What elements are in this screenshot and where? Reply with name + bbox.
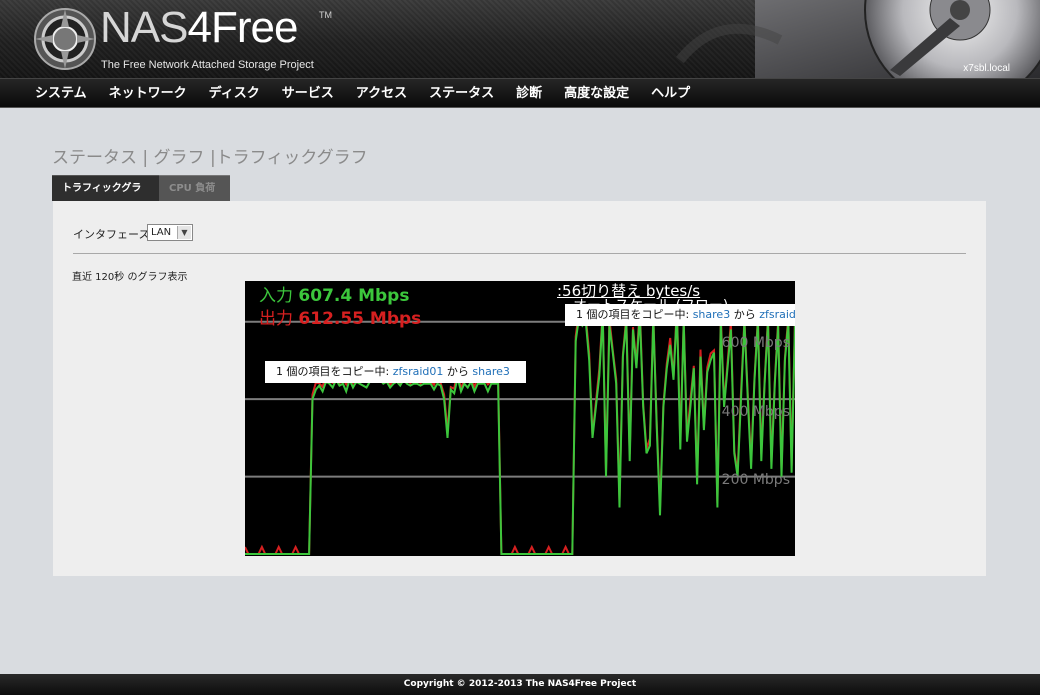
menu-status[interactable]: ステータス [418,79,505,108]
header-banner: NAS4Free TM The Free Network Attached St… [0,0,1040,78]
logo-prefix: NAS [100,3,188,52]
legend-outbound-value: 612.55 Mbps [298,309,422,329]
tooltip-source-link[interactable]: zfsraid01 [393,365,444,378]
logo-trademark: TM [319,10,332,20]
hostname-label: x7sbl.local [963,63,1010,74]
logo-suffix: Free [210,3,298,52]
tooltip-destination-link[interactable]: share3 [472,365,510,378]
tooltip-source-link[interactable]: share3 [693,308,731,321]
menu-access[interactable]: アクセス [345,79,418,108]
graph-period-label: 直近 120秒 のグラフ表示 [72,272,188,283]
traffic-graph[interactable]: 入力 607.4 Mbps 出力 612.55 Mbps :56切り替え byt… [245,281,795,556]
nas4free-logo-icon [34,8,96,70]
scale-label-600: 600 Mbps [721,335,790,351]
tooltip-destination-link[interactable]: zfsraid01 [759,308,795,321]
tab-traffic-graph[interactable]: トラフィックグラフ [52,175,159,220]
content-panel: インタフェース: LAN ▼ 直近 120秒 のグラフ表示 入力 607.4 M… [53,201,986,576]
copyright-footer: Copyright © 2012-2013 The NAS4Free Proje… [0,674,1040,695]
divider [73,253,966,254]
logo-tagline: The Free Network Attached Storage Projec… [101,59,314,71]
page-title: ステータス | グラフ |トラフィックグラフ [52,148,368,168]
outbound-line [245,305,795,555]
tab-bar: トラフィックグラフ CPU 負荷 [52,175,230,220]
copy-progress-tooltip: 1 個の項目をコピー中: share3 から zfsraid01 [565,304,795,326]
chevron-down-icon[interactable]: ▼ [177,226,191,239]
menu-help[interactable]: ヘルプ [640,79,701,108]
main-menu: システム ネットワーク ディスク サービス アクセス ステータス 診断 高度な設… [0,78,1040,108]
tooltip-text: から [443,365,473,378]
legend-inbound-value: 607.4 Mbps [298,286,410,306]
scale-label-400: 400 Mbps [721,404,790,420]
interface-select[interactable]: LAN ▼ [147,224,193,241]
menu-system[interactable]: システム [24,79,98,108]
tooltip-text: から [730,308,760,321]
legend-inbound: 入力 607.4 Mbps [259,286,409,306]
legend-outbound-label: 出力 [259,309,293,329]
menu-advanced[interactable]: 高度な設定 [553,79,640,108]
inbound-line [245,310,795,555]
scale-label-200: 200 Mbps [721,472,790,488]
tab-cpu-load[interactable]: CPU 負荷 [159,175,230,201]
tooltip-text: 1 個の項目をコピー中: [576,308,693,321]
interface-label: インタフェース: [73,228,154,241]
logo-number: 4 [187,3,212,52]
menu-diagnostics[interactable]: 診断 [505,79,553,108]
menu-disks[interactable]: ディスク [198,79,271,108]
legend-outbound: 出力 612.55 Mbps [259,309,421,329]
copy-progress-tooltip: 1 個の項目をコピー中: zfsraid01 から share3 [265,361,526,383]
menu-network[interactable]: ネットワーク [98,79,198,108]
menu-services[interactable]: サービス [271,79,345,108]
tooltip-text: 1 個の項目をコピー中: [276,365,393,378]
legend-inbound-label: 入力 [259,286,293,306]
interface-select-value: LAN [151,227,172,238]
logo-wordmark: NAS4Free [100,3,298,52]
